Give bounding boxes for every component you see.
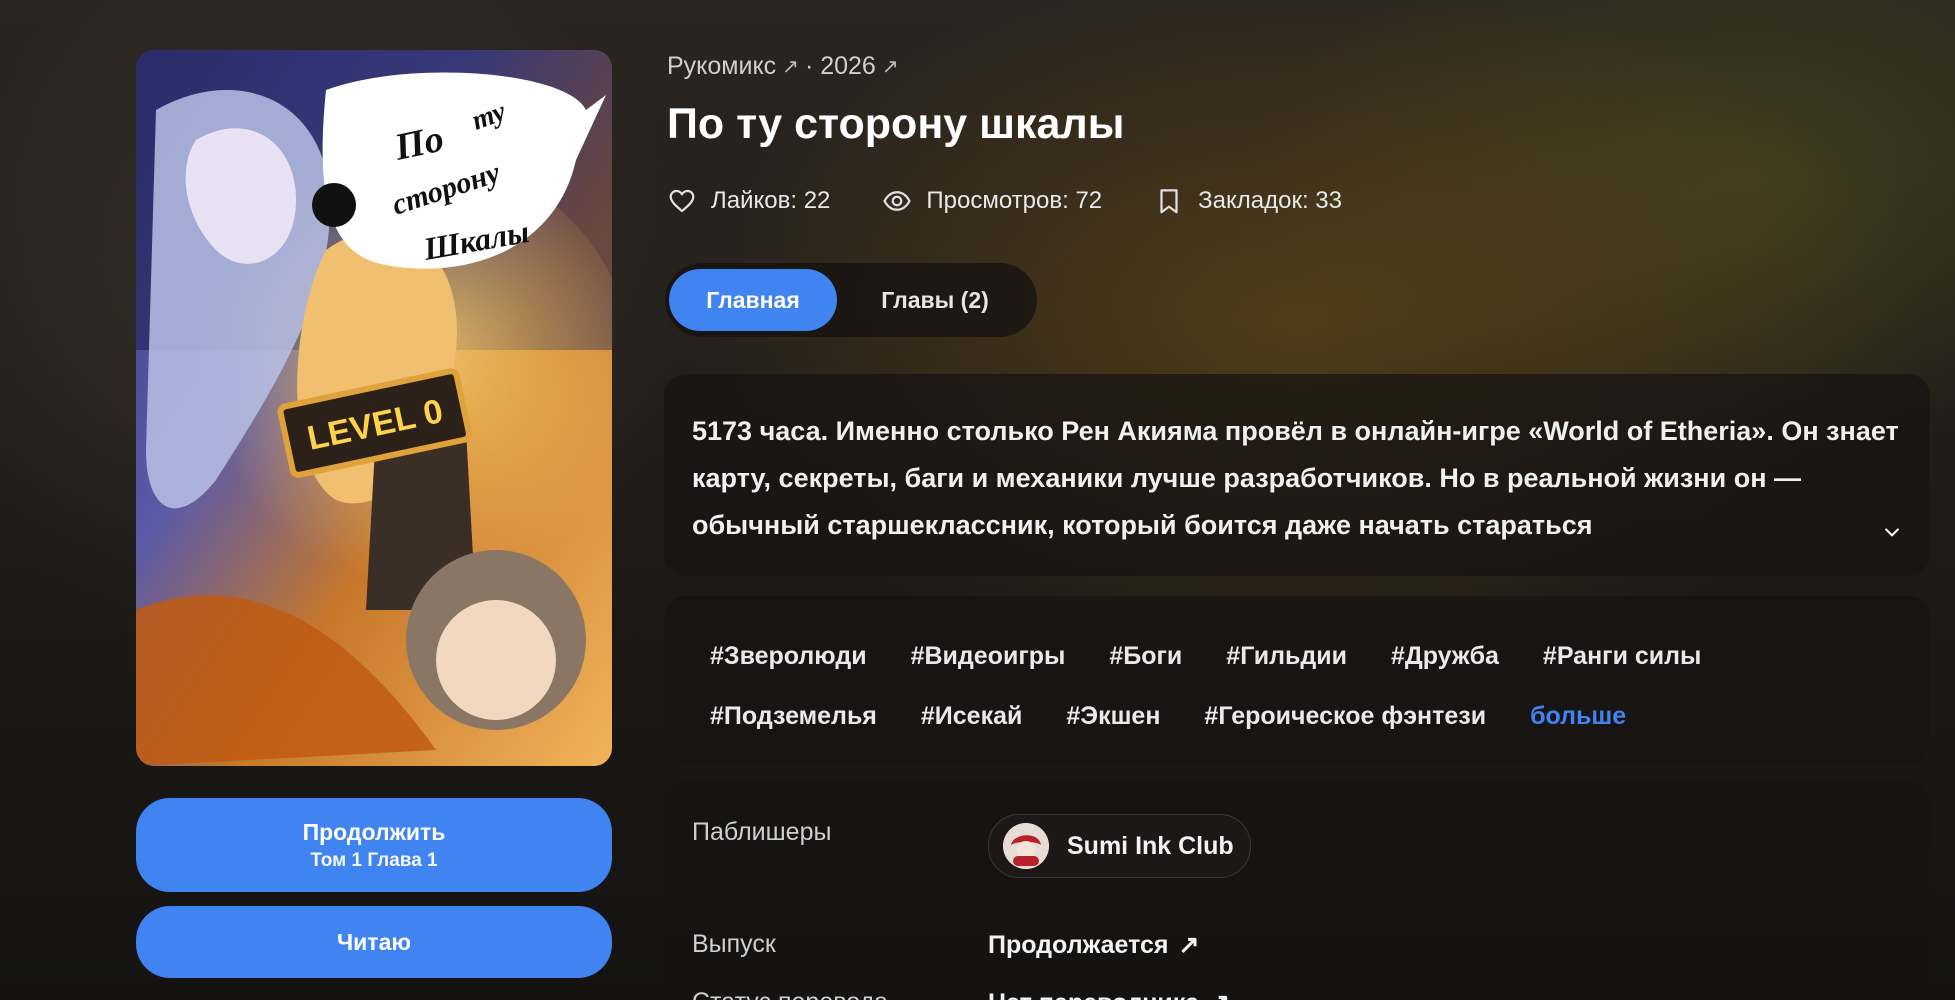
release-status-link[interactable]: Продолжается ↗ xyxy=(988,930,1199,960)
breadcrumb-category[interactable]: Рукомикс xyxy=(667,52,776,81)
likes-count: Лайков: 22 xyxy=(711,187,831,214)
description-panel: 5173 часа. Именно столько Рен Акияма про… xyxy=(664,374,1930,576)
publisher-avatar xyxy=(1003,823,1049,869)
heart-icon xyxy=(669,189,695,213)
breadcrumb: Рукомикс ↗ · 2026 ↗ xyxy=(667,52,899,81)
release-label: Выпуск xyxy=(692,930,776,958)
translation-label: Статус перевода xyxy=(692,988,888,1000)
tags-more-link[interactable]: больше xyxy=(1530,702,1626,731)
tag-row: #Подземелья #Исекай #Экшен #Героическое … xyxy=(710,686,1900,746)
continue-button[interactable]: Продолжить Том 1 Глава 1 xyxy=(136,798,612,892)
stats-bar: Лайков: 22 Просмотров: 72 Закладок: 33 xyxy=(667,186,1342,216)
bookmarks-count: Закладок: 33 xyxy=(1198,187,1342,214)
tab-main[interactable]: Главная xyxy=(669,269,837,331)
eye-icon xyxy=(883,191,912,211)
translation-status-link[interactable]: Нет переводчика ↗ xyxy=(988,988,1230,1000)
reading-status-button[interactable]: Читаю xyxy=(136,906,612,978)
tag[interactable]: #Исекай xyxy=(921,702,1022,731)
cover-illustration: LEVEL 0 По ту сторону Шкалы xyxy=(136,50,612,766)
tag[interactable]: #Ранги силы xyxy=(1543,642,1701,671)
external-link-icon: ↗ xyxy=(1209,988,1230,1000)
publisher-name: Sumi Ink Club xyxy=(1067,831,1234,860)
tag[interactable]: #Героическое фэнтези xyxy=(1204,702,1486,731)
info-panel: Паблишеры Sumi Ink Club Выпуск Продолжае… xyxy=(664,782,1930,1000)
publisher-chip[interactable]: Sumi Ink Club xyxy=(988,814,1251,878)
likes-stat[interactable]: Лайков: 22 xyxy=(667,186,830,216)
continue-label: Продолжить xyxy=(302,818,446,845)
publishers-label: Паблишеры xyxy=(692,818,832,846)
tag[interactable]: #Видеоигры xyxy=(911,642,1066,671)
views-stat: Просмотров: 72 xyxy=(882,186,1102,216)
chevron-down-icon xyxy=(1885,528,1899,537)
external-link-icon: ↗ xyxy=(881,56,899,78)
tag[interactable]: #Зверолюди xyxy=(710,642,867,671)
expand-description-button[interactable] xyxy=(1872,512,1912,552)
description-text: 5173 часа. Именно столько Рен Акияма про… xyxy=(692,416,1899,540)
continue-chapter: Том 1 Глава 1 xyxy=(310,849,438,871)
external-link-icon: ↗ xyxy=(1178,931,1200,959)
tab-chapters[interactable]: Главы (2) xyxy=(837,269,1033,331)
page: LEVEL 0 По ту сторону Шкалы Продолжить Т… xyxy=(0,0,1955,1000)
cover-image: LEVEL 0 По ту сторону Шкалы xyxy=(136,50,612,766)
views-count: Просмотров: 72 xyxy=(926,187,1103,214)
bookmark-icon xyxy=(1160,189,1178,214)
translation-status: Нет переводчика xyxy=(988,989,1199,1000)
tag[interactable]: #Гильдии xyxy=(1226,642,1347,671)
breadcrumb-year[interactable]: · 2026 xyxy=(805,52,876,81)
tag[interactable]: #Подземелья xyxy=(710,702,877,731)
tag[interactable]: #Боги xyxy=(1109,642,1182,671)
external-link-icon: ↗ xyxy=(782,56,799,78)
tab-bar: Главная Главы (2) xyxy=(665,263,1037,337)
release-status: Продолжается xyxy=(988,930,1169,959)
tag-row: #Зверолюди #Видеоигры #Боги #Гильдии #Др… xyxy=(710,626,1900,686)
tag[interactable]: #Дружба xyxy=(1391,642,1499,671)
tag[interactable]: #Экшен xyxy=(1066,702,1160,731)
tags-panel: #Зверолюди #Видеоигры #Боги #Гильдии #Др… xyxy=(664,596,1930,764)
bookmarks-stat[interactable]: Закладок: 33 xyxy=(1154,186,1342,216)
page-title: По ту сторону шкалы xyxy=(667,100,1125,148)
